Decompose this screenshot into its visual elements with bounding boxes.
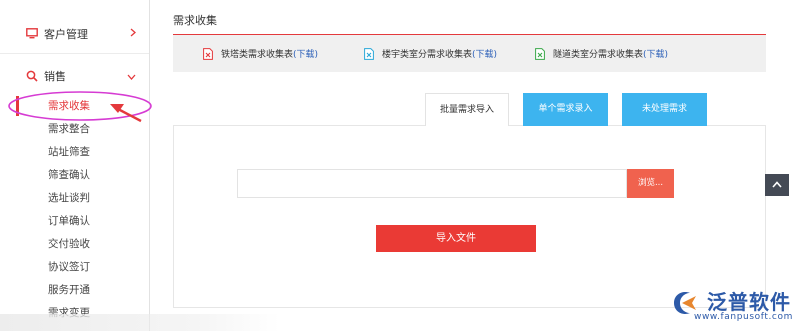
download-link[interactable]: (下载) [643, 47, 668, 60]
download-name: 隧道类室分需求收集表 [553, 50, 644, 60]
download-item: 隧道类室分需求收集表 (下载) [535, 47, 668, 60]
download-link[interactable]: (下载) [472, 47, 497, 60]
chevron-right-icon [130, 27, 136, 40]
sidebar: 客户管理 销售 需求收集 需求整合 站址筛查 筛查确认 选址谈判 订单确认 交付… [0, 0, 150, 331]
chevron-up-icon [772, 180, 782, 191]
sidebar-group-customer-management[interactable]: 客户管理 [0, 14, 149, 54]
sidebar-group-label: 客户管理 [44, 27, 88, 41]
excel-file-icon [535, 47, 545, 60]
sidebar-item-demand-collection[interactable]: 需求收集 [48, 98, 90, 114]
scroll-to-top-button[interactable] [765, 174, 789, 196]
download-item: 楼宇类室分需求收集表 (下载) [364, 47, 497, 60]
download-item: 铁塔类需求收集表 (下载) [203, 47, 318, 60]
download-name: 铁塔类需求收集表 [221, 50, 294, 60]
download-name: 楼宇类室分需求收集表 [382, 50, 473, 60]
sidebar-group-sales[interactable]: 销售 [0, 56, 149, 96]
page-title: 需求收集 [173, 14, 217, 27]
import-file-button[interactable]: 导入文件 [376, 225, 536, 252]
sidebar-item-site-screening[interactable]: 站址筛查 [48, 144, 90, 160]
sidebar-item-service-activation[interactable]: 服务开通 [48, 282, 90, 298]
download-bar: 铁塔类需求收集表 (下载) 楼宇类室分需求收集表 (下载) 隧道类室分需求收集表… [173, 35, 766, 72]
pdf-file-icon [203, 47, 213, 60]
tab-batch-import[interactable]: 批量需求导入 [425, 93, 509, 126]
download-link[interactable]: (下载) [293, 47, 318, 60]
brand-url: www.fanpusoft.com [694, 312, 793, 322]
sidebar-item-demand-integration[interactable]: 需求整合 [48, 121, 90, 137]
sidebar-item-order-confirm[interactable]: 订单确认 [48, 213, 90, 229]
sidebar-group-label: 销售 [44, 70, 66, 83]
import-panel [173, 125, 766, 308]
tab-single-entry[interactable]: 单个需求录入 [523, 93, 608, 126]
search-icon [26, 70, 38, 82]
active-indicator [16, 96, 19, 116]
tab-unprocessed[interactable]: 未处理需求 [622, 93, 707, 126]
browse-button[interactable]: 浏览... [627, 169, 674, 198]
brand-name: 泛普软件 [707, 290, 791, 314]
monitor-icon [26, 28, 38, 40]
sidebar-item-screening-confirm[interactable]: 筛查确认 [48, 167, 90, 183]
sidebar-item-agreement-signing[interactable]: 协议签订 [48, 259, 90, 275]
bottom-fade [0, 314, 280, 331]
sidebar-item-delivery-acceptance[interactable]: 交付验收 [48, 236, 90, 252]
file-path-input[interactable] [237, 169, 627, 198]
chevron-down-icon [127, 70, 136, 83]
excel-file-icon [364, 47, 374, 60]
sidebar-item-site-negotiation[interactable]: 选址谈判 [48, 190, 90, 206]
